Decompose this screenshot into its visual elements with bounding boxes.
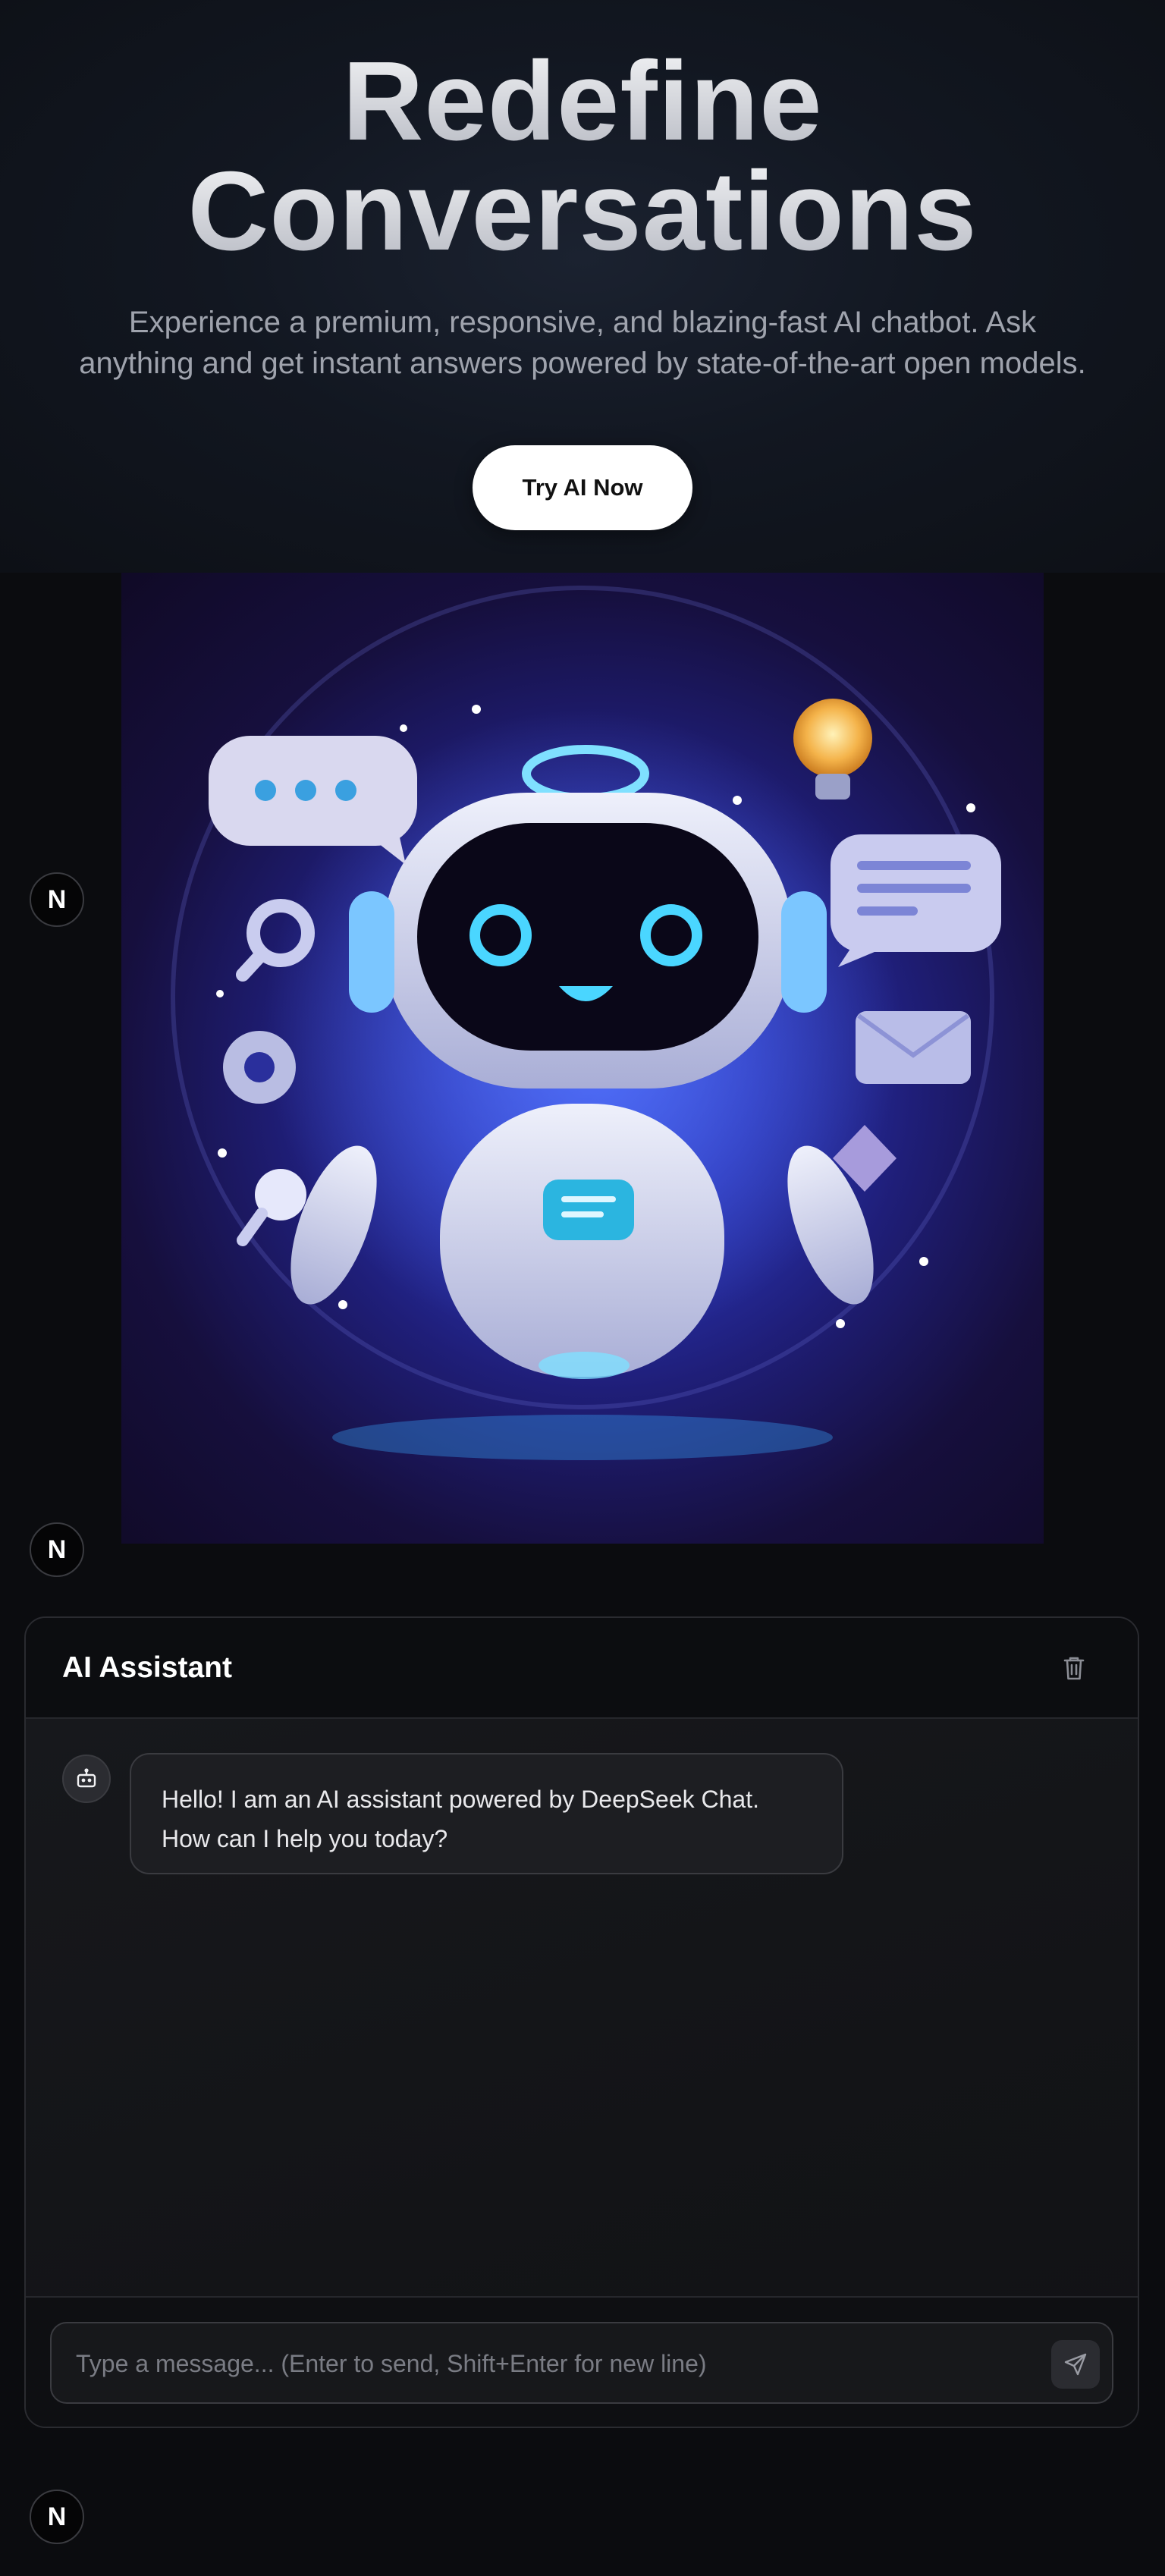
robot-assistant-illustration — [121, 573, 1044, 1544]
hero-subtitle: Experience a premium, responsive, and bl… — [52, 302, 1113, 384]
message-input[interactable] — [74, 2323, 1048, 2404]
n-badge-middle[interactable]: N — [30, 1522, 84, 1577]
hero-title-line1: Redefine — [0, 46, 1165, 158]
send-icon[interactable] — [1051, 2340, 1100, 2389]
assistant-message-bubble: Hello! I am an AI assistant powered by D… — [130, 1753, 843, 1874]
hero-section: Redefine Conversations Experience a prem… — [0, 0, 1165, 573]
bot-icon — [62, 1755, 111, 1803]
try-ai-now-button[interactable]: Try AI Now — [473, 445, 692, 530]
n-badge-letter: N — [47, 2502, 67, 2531]
hero-title-line2: Conversations — [0, 156, 1165, 268]
chat-input-bar — [26, 2296, 1138, 2427]
hero-subtitle-line2: anything and get instant answers powered… — [79, 347, 1086, 380]
chat-title: AI Assistant — [62, 1651, 232, 1684]
chat-panel: AI Assistant Hello! I am an AI assistant… — [24, 1616, 1139, 2428]
n-badge-letter: N — [47, 884, 67, 914]
hero-subtitle-line1: Experience a premium, responsive, and bl… — [128, 306, 1037, 339]
n-badge-bottom[interactable]: N — [30, 2490, 84, 2544]
n-badge-letter: N — [47, 1535, 67, 1564]
chat-messages: Hello! I am an AI assistant powered by D… — [26, 1719, 1138, 2397]
robot-illustration-svg — [171, 586, 1001, 1460]
trash-icon[interactable] — [1057, 1651, 1091, 1685]
n-badge-top[interactable]: N — [30, 872, 84, 927]
message-text-line1: Hello! I am an AI assistant powered by D… — [162, 1786, 759, 1813]
chat-header: AI Assistant — [26, 1618, 1138, 1719]
message-text-line2: How can I help you today? — [162, 1825, 448, 1852]
message-input-wrapper — [50, 2322, 1113, 2404]
